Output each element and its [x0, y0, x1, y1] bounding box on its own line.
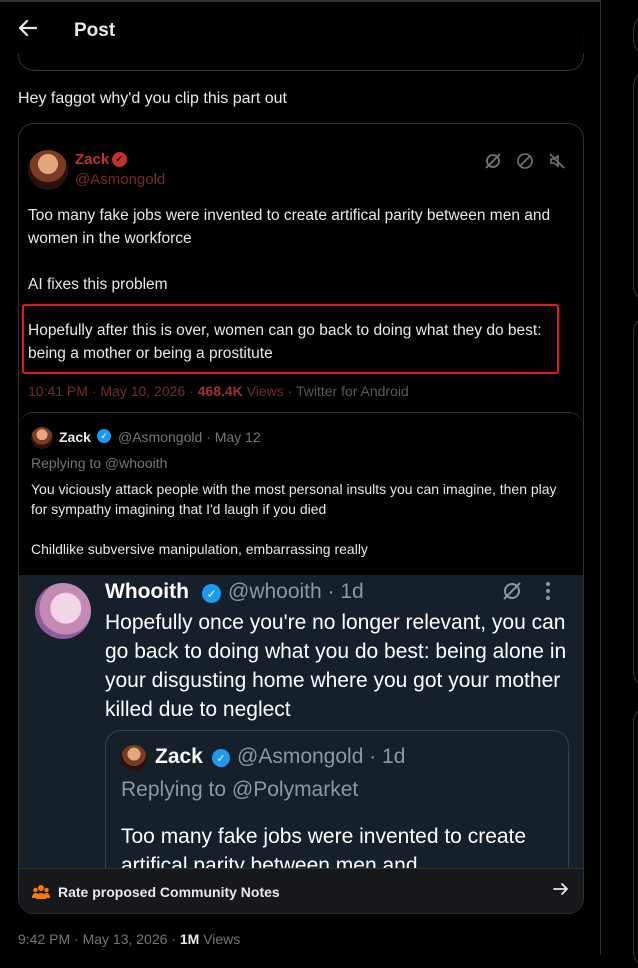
page-title: Post — [74, 20, 116, 41]
author-name: Zack — [75, 151, 110, 168]
author-handle: @Asmongold — [75, 171, 166, 188]
post-meta: 9:42 PM · May 13, 2026 · 1M Views — [18, 931, 241, 947]
more-vertical-icon — [545, 581, 551, 607]
red-highlight-box — [22, 304, 559, 374]
arrow-right-icon[interactable] — [553, 881, 569, 902]
replying-to: Replying to @whooith — [31, 455, 168, 471]
verified-badge-icon: ✓ — [112, 152, 127, 167]
author-handle: @Asmongold · 1d — [237, 745, 406, 768]
sidebar-card-edge — [633, 70, 638, 302]
tweet-body: Hopefully once you're no longer relevant… — [105, 611, 567, 721]
tweet-actions: ··· — [483, 151, 584, 171]
post-image[interactable]: Zack ✓ @Asmongold ··· Too many fake jobs… — [18, 123, 584, 914]
tweet-actions — [501, 580, 551, 608]
verified-badge-icon: ✓ — [212, 749, 230, 767]
tweet-paragraph: Childlike subversive manipulation, embar… — [31, 541, 368, 557]
tweet-paragraph: AI fixes this problem — [28, 276, 168, 293]
verified-badge-icon: ✓ — [97, 429, 111, 443]
sidebar-search-edge[interactable] — [633, 14, 638, 56]
author-handle: @Asmongold · May 12 — [118, 429, 261, 445]
quoted-tweet: Zack ✓ @Asmongold · 1d Replying to @Poly… — [105, 730, 569, 878]
main-column: Post Hey faggot why'd you clip this part… — [0, 0, 600, 955]
author-name: Zack — [155, 745, 203, 768]
community-notes-bar[interactable]: Rate proposed Community Notes — [19, 868, 583, 913]
avatar — [31, 427, 53, 449]
community-notes-label: Rate proposed Community Notes — [58, 883, 280, 900]
view-count: 1M — [179, 931, 200, 947]
grok-icon — [501, 580, 523, 608]
block-icon — [515, 151, 535, 171]
tweet-meta: 10:41 PM · May 10, 2026 · 468.4K Views ·… — [28, 383, 409, 399]
mute-icon — [547, 151, 567, 171]
post-timestamp[interactable]: 9:42 PM · May 13, 2026 · — [18, 931, 180, 947]
sidebar-card-edge — [633, 316, 638, 688]
post-header: Post — [0, 2, 600, 54]
tweet-body: You viciously attack people with the mos… — [31, 479, 566, 559]
author-name: Whooith — [105, 580, 189, 603]
screenshot-reply-tweet: Zack ✓ @Asmongold · May 12 Replying to @… — [19, 412, 583, 913]
right-sidebar — [601, 0, 638, 968]
verified-badge-icon: ✓ — [202, 584, 221, 603]
more-icon: ··· — [579, 151, 584, 171]
avatar — [121, 745, 147, 771]
tweet-paragraph: You viciously attack people with the mos… — [31, 481, 557, 517]
grok-icon — [483, 151, 503, 171]
people-icon — [32, 883, 50, 901]
screenshot-whooith-tweet: Whooith ✓ @whooith · 1d Hopefully once y… — [19, 575, 583, 878]
author-handle: @whooith · 1d — [228, 580, 364, 603]
replying-to: Replying to @Polymarket — [121, 778, 359, 801]
avatar — [35, 583, 91, 639]
post-text: Hey faggot why'd you clip this part out — [18, 90, 287, 107]
screenshot-original-tweet: Zack ✓ @Asmongold ··· Too many fake jobs… — [19, 124, 583, 412]
avatar — [28, 150, 68, 190]
author-name: Zack — [59, 429, 91, 445]
arrow-left-icon[interactable] — [14, 14, 42, 42]
sidebar-card-edge — [633, 706, 638, 968]
tweet-paragraph: Too many fake jobs were invented to crea… — [28, 207, 551, 247]
